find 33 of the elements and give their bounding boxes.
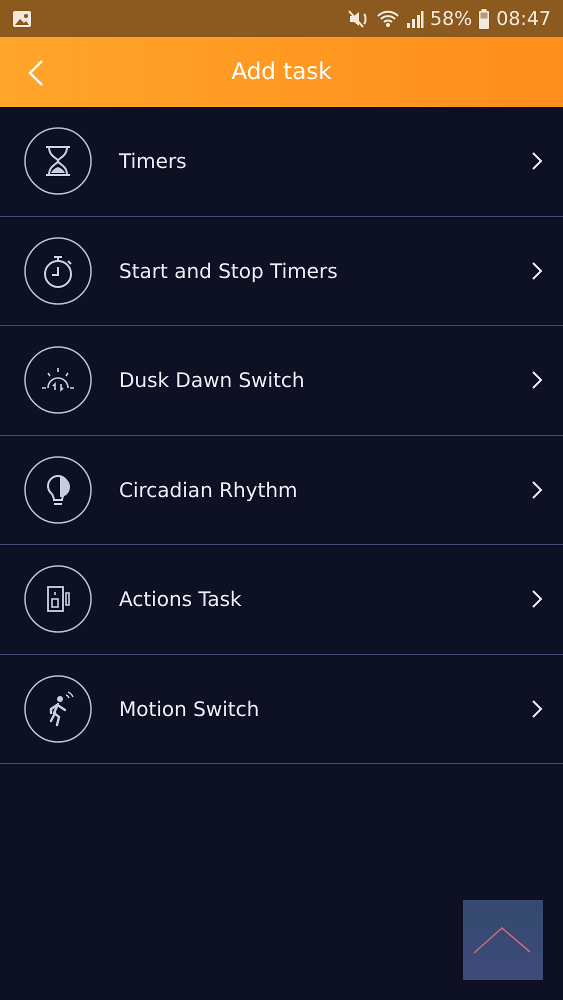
task-item[interactable]: Motion Switch: [0, 654, 563, 764]
task-item[interactable]: Actions Task: [0, 545, 563, 654]
battery-icon: [478, 8, 490, 28]
dusk-icon: [24, 346, 92, 414]
task-item[interactable]: Start and Stop Timers: [0, 216, 563, 326]
caret-up-icon: [474, 927, 530, 954]
task-label: Motion Switch: [119, 696, 260, 721]
chevron-icon: [531, 698, 543, 719]
task-label: Timers: [119, 149, 188, 174]
task-item[interactable]: Circadian Rhythm: [0, 436, 563, 545]
task-label: Actions Task: [119, 587, 243, 612]
chevron-icon: [531, 370, 543, 390]
chevron-icon: [531, 260, 543, 281]
battery-percentage: 58%: [430, 8, 472, 30]
task-label: Start and Stop Timers: [119, 258, 339, 283]
hourglass-icon: [24, 127, 92, 196]
signal-icon: [406, 8, 424, 28]
chevron-icon: [531, 480, 543, 500]
bulb-icon: [24, 456, 92, 524]
page-title: Add task: [231, 59, 332, 85]
task-item[interactable]: Dusk Dawn Switch: [0, 326, 563, 436]
switch-icon: [24, 565, 92, 634]
motion-icon: [24, 674, 92, 743]
task-label: Circadian Rhythm: [119, 478, 299, 502]
stopwatch-icon: [24, 236, 92, 305]
task-item[interactable]: Timers: [0, 107, 563, 216]
task-label: Dusk Dawn Switch: [119, 368, 306, 392]
chevron-icon: [531, 151, 543, 172]
clock-time: 08:47: [496, 8, 551, 30]
chevron-icon: [531, 589, 543, 610]
gallery-icon: [12, 10, 32, 28]
wifi-icon: [376, 8, 400, 28]
scroll-top-button[interactable]: [463, 900, 543, 980]
